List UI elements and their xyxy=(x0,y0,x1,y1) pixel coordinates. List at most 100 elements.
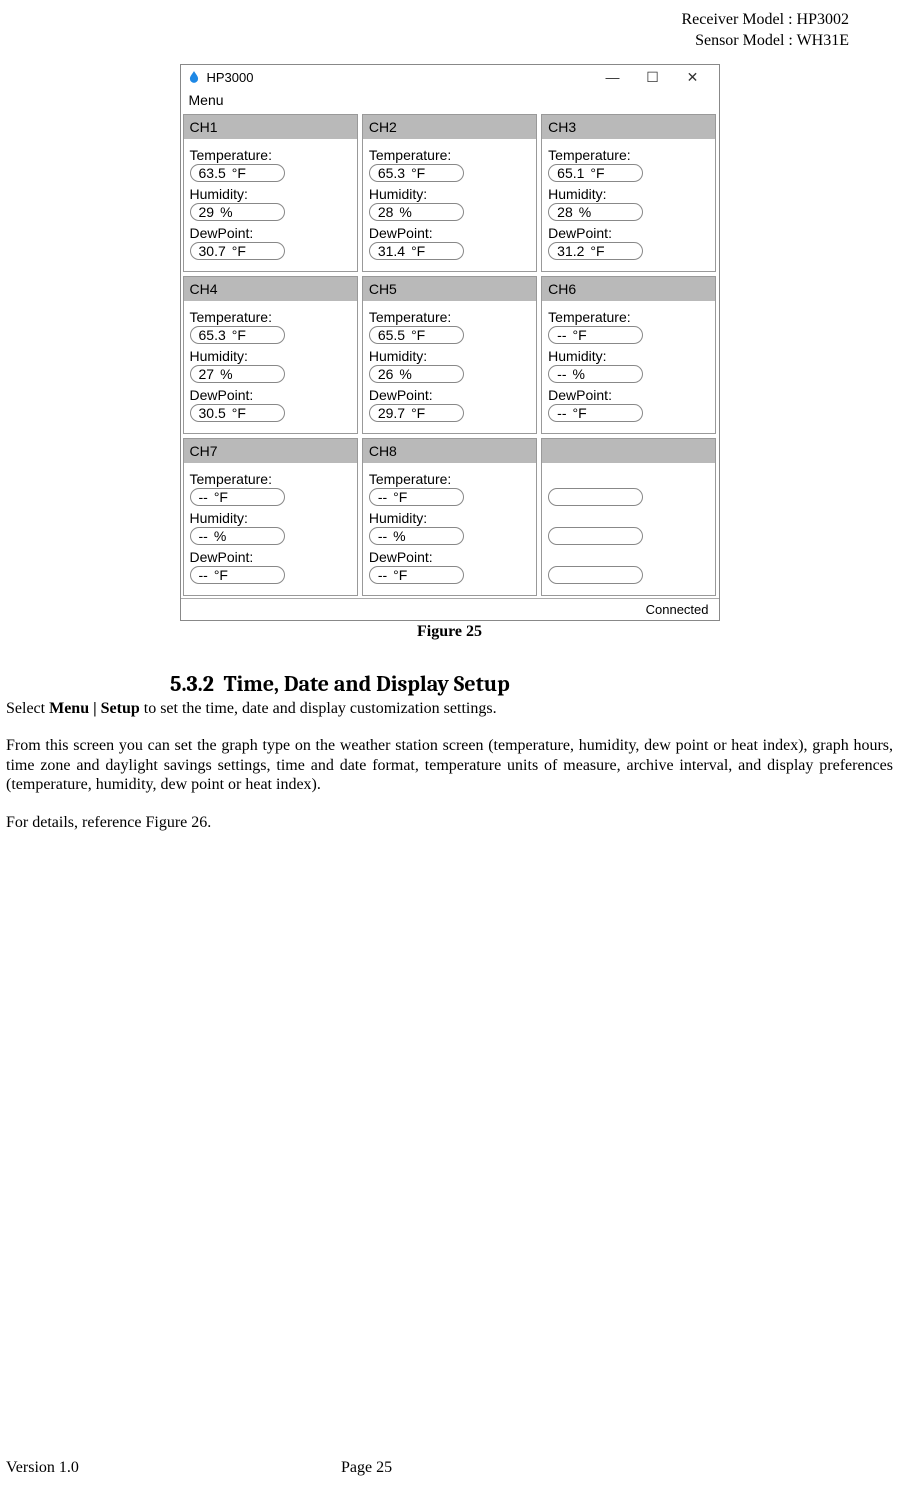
temperature-input[interactable]: 65.1°F xyxy=(548,164,643,182)
temperature-label: Temperature: xyxy=(369,471,530,488)
dewpoint-input[interactable]: 30.5°F xyxy=(190,404,285,422)
humidity-input[interactable]: --% xyxy=(190,527,285,545)
value: -- xyxy=(378,489,387,505)
paragraph-3: For details, reference Figure 26. xyxy=(6,813,893,833)
value: 65.3 xyxy=(199,327,226,343)
temperature-label: Temperature: xyxy=(190,309,351,326)
temperature-input[interactable]: --°F xyxy=(548,326,643,344)
humidity-input[interactable]: --% xyxy=(548,365,643,383)
close-button[interactable]: ✕ xyxy=(673,69,713,86)
unit: °F xyxy=(393,567,407,583)
humidity-label: Humidity: xyxy=(548,186,709,203)
value: 27 xyxy=(199,366,215,382)
unit: °F xyxy=(411,243,425,259)
unit: % xyxy=(399,366,411,382)
channel-body: Temperature:65.5°FHumidity:26%DewPoint:2… xyxy=(363,301,536,433)
humidity-input[interactable]: 28% xyxy=(369,203,464,221)
value: -- xyxy=(199,528,208,544)
channel-body: Temperature:65.1°FHumidity:28%DewPoint:3… xyxy=(542,139,715,271)
unit: % xyxy=(214,528,226,544)
dewpoint-label: DewPoint: xyxy=(369,387,530,404)
channel-body: Temperature:63.5°FHumidity:29%DewPoint:3… xyxy=(184,139,357,271)
channel-title: CH4 xyxy=(184,277,357,301)
humidity-input[interactable]: 26% xyxy=(369,365,464,383)
dewpoint-label: DewPoint: xyxy=(190,387,351,404)
channel-title: CH1 xyxy=(184,115,357,139)
receiver-model: Receiver Model : HP3002 xyxy=(0,10,849,31)
humidity-label: Humidity: xyxy=(369,510,530,527)
dewpoint-label: DewPoint: xyxy=(369,549,530,566)
humidity-input[interactable]: --% xyxy=(369,527,464,545)
humidity-input[interactable]: 28% xyxy=(548,203,643,221)
temperature-label: Temperature: xyxy=(369,147,530,164)
channel-body: Temperature:65.3°FHumidity:27%DewPoint:3… xyxy=(184,301,357,433)
page-header: Receiver Model : HP3002 Sensor Model : W… xyxy=(0,10,899,52)
paragraph-1: Select Menu | Setup to set the time, dat… xyxy=(6,699,893,719)
maximize-button[interactable]: ☐ xyxy=(633,69,673,86)
unit: % xyxy=(579,204,591,220)
value: 26 xyxy=(378,366,394,382)
channel-panel: CH3Temperature:65.1°FHumidity:28%DewPoin… xyxy=(541,114,716,272)
unit: °F xyxy=(590,243,604,259)
unit: °F xyxy=(232,243,246,259)
dewpoint-input[interactable]: -- °F xyxy=(369,566,464,584)
value: -- xyxy=(378,567,387,583)
temperature-input[interactable]: --°F xyxy=(190,488,285,506)
dewpoint-input[interactable]: 29.7 °F xyxy=(369,404,464,422)
channel-panel: CH7Temperature:--°FHumidity:--%DewPoint:… xyxy=(183,438,358,596)
dewpoint-input[interactable]: 31.2 °F xyxy=(548,242,643,260)
temperature-label: Temperature: xyxy=(548,309,709,326)
humidity-label xyxy=(548,510,709,527)
dewpoint-input[interactable] xyxy=(548,566,643,584)
value: 31.2 xyxy=(557,243,584,259)
unit: °F xyxy=(411,405,425,421)
value: 65.5 xyxy=(378,327,405,343)
temperature-label: Temperature: xyxy=(548,147,709,164)
temperature-label: Temperature: xyxy=(190,147,351,164)
temperature-input[interactable]: 65.3 °F xyxy=(190,326,285,344)
dewpoint-input[interactable]: --°F xyxy=(548,404,643,422)
status-bar: Connected xyxy=(181,598,719,620)
value: 28 xyxy=(557,204,573,220)
temperature-input[interactable]: 65.5 °F xyxy=(369,326,464,344)
channel-title: CH2 xyxy=(363,115,536,139)
channel-title: CH6 xyxy=(542,277,715,301)
value: 31.4 xyxy=(378,243,405,259)
temperature-input[interactable]: 63.5°F xyxy=(190,164,285,182)
window-title: HP3000 xyxy=(207,70,593,85)
channel-body: Temperature:--°FHumidity:--%DewPoint:--°… xyxy=(184,463,357,595)
dewpoint-input[interactable]: 31.4 °F xyxy=(369,242,464,260)
value: 65.1 xyxy=(557,165,584,181)
value: -- xyxy=(557,327,566,343)
humidity-label: Humidity: xyxy=(190,510,351,527)
humidity-label: Humidity: xyxy=(190,186,351,203)
channel-body: Temperature:65.3°FHumidity:28%DewPoint:3… xyxy=(363,139,536,271)
temperature-input[interactable] xyxy=(548,488,643,506)
humidity-input[interactable]: 27% xyxy=(190,365,285,383)
humidity-label: Humidity: xyxy=(369,186,530,203)
menu-item[interactable]: Menu xyxy=(181,90,719,112)
channel-body xyxy=(542,463,715,595)
humidity-input[interactable]: 29% xyxy=(190,203,285,221)
value: 30.7 xyxy=(199,243,226,259)
channel-panel: CH8Temperature:--°FHumidity:--%DewPoint:… xyxy=(362,438,537,596)
unit: % xyxy=(399,204,411,220)
temperature-input[interactable]: --°F xyxy=(369,488,464,506)
temperature-label: Temperature: xyxy=(190,471,351,488)
value: 29.7 xyxy=(378,405,405,421)
minimize-button[interactable]: — xyxy=(593,69,633,85)
channel-title: CH7 xyxy=(184,439,357,463)
humidity-input[interactable] xyxy=(548,527,643,545)
section-title: Time, Date and Display Setup xyxy=(224,671,510,697)
channel-title: CH5 xyxy=(363,277,536,301)
unit: % xyxy=(220,366,232,382)
version-label: Version 1.0 xyxy=(6,1459,341,1477)
channel-title: CH3 xyxy=(542,115,715,139)
dewpoint-input[interactable]: --°F xyxy=(190,566,285,584)
dewpoint-input[interactable]: 30.7 °F xyxy=(190,242,285,260)
unit: °F xyxy=(232,327,246,343)
temperature-input[interactable]: 65.3°F xyxy=(369,164,464,182)
app-window: HP3000 — ☐ ✕ Menu CH1Temperature:63.5°FH… xyxy=(180,64,720,621)
unit: °F xyxy=(411,327,425,343)
unit: °F xyxy=(411,165,425,181)
